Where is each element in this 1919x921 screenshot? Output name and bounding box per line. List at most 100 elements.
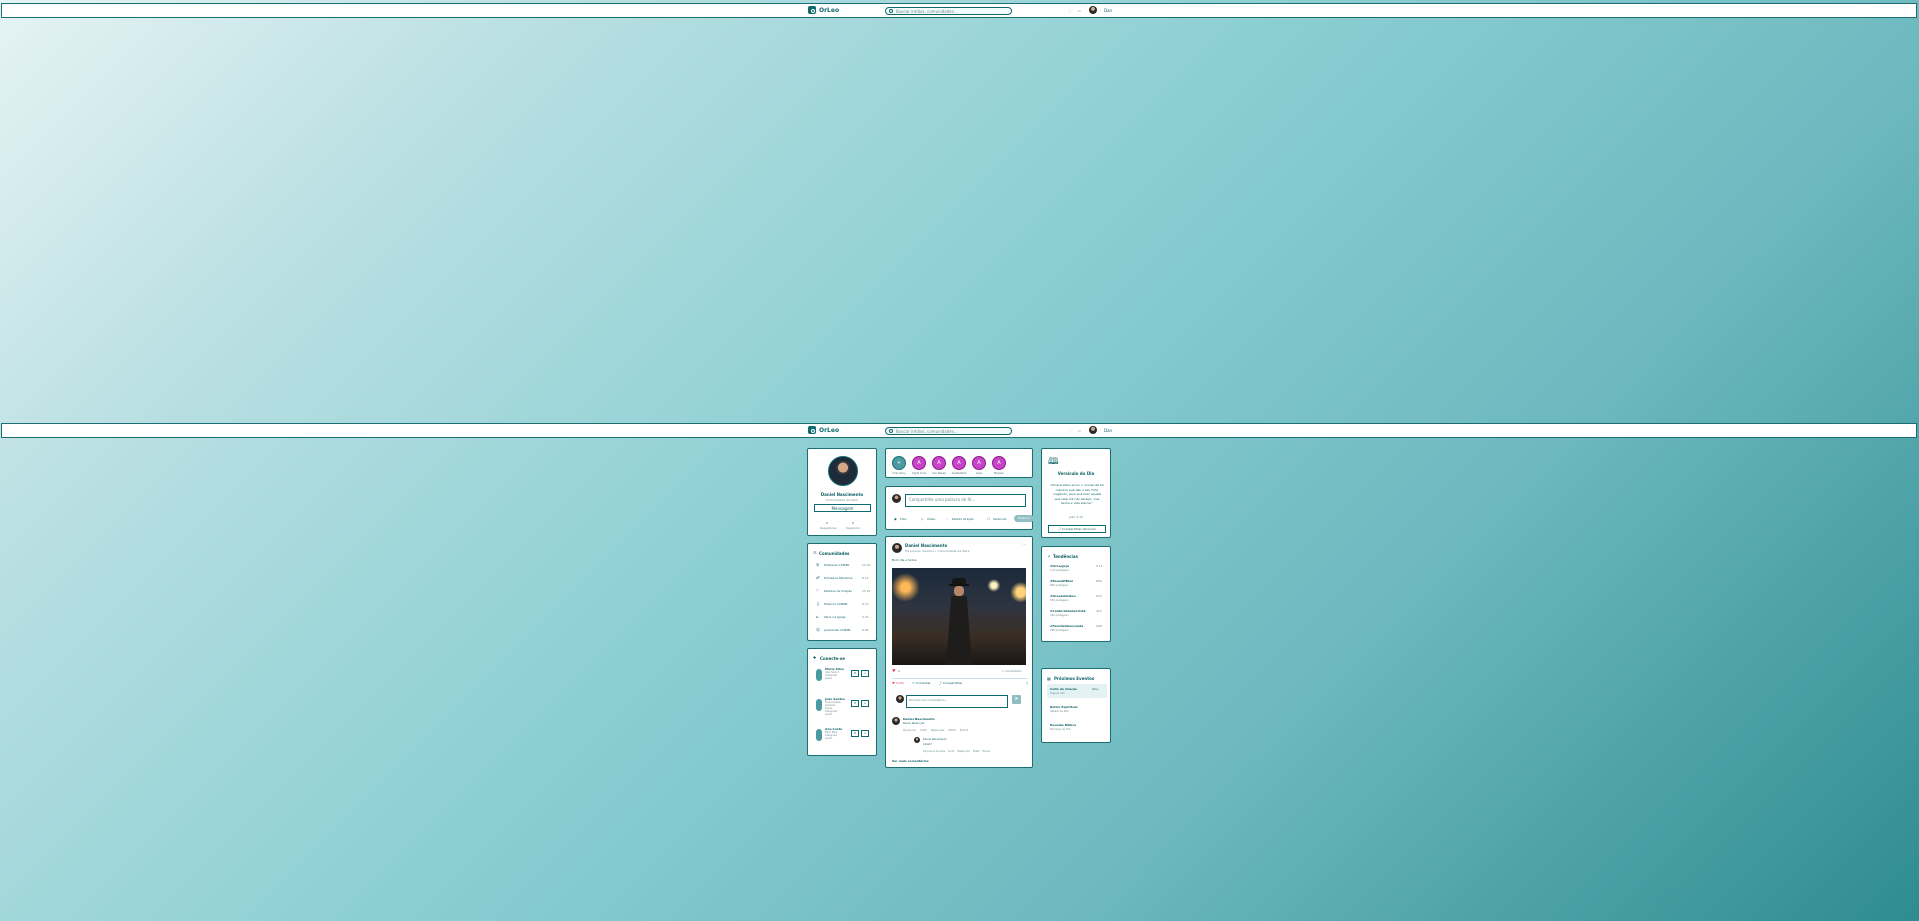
brand-name: OrLeo	[819, 426, 840, 434]
composer-action[interactable]: Foto	[900, 517, 906, 521]
post-author[interactable]: Daniel Nascimento	[905, 543, 947, 548]
profile-avatar[interactable]	[828, 456, 858, 486]
search-placeholder: Buscar irmãos, comunidades...	[896, 428, 958, 434]
message-button[interactable]: Mensagem	[814, 504, 871, 512]
reply-author[interactable]: Daniel Nascimento	[923, 738, 947, 741]
reply-action[interactable]: Excluir	[983, 750, 991, 753]
bell-icon[interactable]: ◌	[1068, 428, 1072, 433]
story-avatar[interactable]: A	[992, 456, 1006, 470]
followers-label[interactable]: Seguidores	[820, 526, 837, 530]
community-icon: ♂	[816, 575, 820, 580]
like-button[interactable]: ♥ Curtir	[892, 681, 904, 685]
community-item[interactable]: Mulheres CCB/BL	[824, 563, 850, 567]
share-verse-label: Compartilhar Versículo	[1061, 527, 1097, 531]
event-name[interactable]: Retiro Espiritual	[1050, 705, 1078, 709]
comment-button[interactable]: ▭ Comentar	[912, 681, 931, 685]
avatar[interactable]	[1089, 6, 1097, 14]
message-icon[interactable]: ✉	[851, 670, 859, 677]
book-icon: 🕮	[1048, 457, 1059, 467]
see-more-comments[interactable]: Ver mais comentários	[892, 759, 929, 763]
reply-action[interactable]: Responder	[958, 750, 970, 753]
community-item[interactable]: Primeiros Ministros	[824, 576, 852, 580]
search-input[interactable]: Buscar irmãos, comunidades...	[885, 427, 1012, 435]
add-friend-icon[interactable]: +	[861, 670, 869, 677]
trend-tag[interactable]: #BoaoAltBlon	[1050, 579, 1073, 583]
suggestion-avatar[interactable]	[816, 729, 822, 741]
story-avatar[interactable]: A	[952, 456, 966, 470]
add-story-button[interactable]: +	[892, 456, 906, 470]
trend-tag[interactable]: #FamíliaAbençoada	[1050, 624, 1083, 628]
reply-action[interactable]: Editar	[973, 750, 980, 753]
events-title: Próximos Eventos	[1054, 676, 1095, 681]
verse-text: "Porque Deus amou o mundo de tal maneira…	[1050, 483, 1104, 506]
community-count: 6.7k	[862, 602, 869, 606]
message-icon[interactable]: ✉	[851, 730, 859, 737]
brand[interactable]: OrLeo	[808, 6, 839, 14]
trend-sub: 298 postagens	[1050, 629, 1069, 632]
community-item[interactable]: Pedidos de Oração	[824, 589, 852, 593]
comment-action[interactable]: Editar	[949, 729, 956, 732]
post-text: Bom dia a todos	[892, 558, 917, 562]
user-name[interactable]: Dan	[1104, 8, 1112, 13]
story-avatar[interactable]: A	[912, 456, 926, 470]
suggestion-info: Líder Nível 3 Intergrupal Jovens	[825, 671, 839, 680]
reply-action[interactable]: Curtir	[948, 750, 955, 753]
following-label[interactable]: Seguindo	[846, 526, 860, 530]
search-input[interactable]: Buscar irmãos, comunidades...	[885, 7, 1012, 15]
logo-icon	[808, 6, 816, 14]
followers-count: 0	[826, 521, 828, 525]
avatar[interactable]	[1089, 426, 1097, 434]
comment-action[interactable]: Responder	[931, 729, 944, 732]
story-avatar[interactable]: A	[932, 456, 946, 470]
bell-icon[interactable]: ◌	[1068, 8, 1072, 13]
composer-action[interactable]: Versículo	[993, 517, 1007, 521]
community-icon: ♡	[816, 588, 820, 593]
composer-card: Compartilhe uma palavra de fé... ▣ Foto ▷ V…	[885, 486, 1034, 530]
comment-action[interactable]: Excluir	[960, 729, 968, 732]
post-image[interactable]	[892, 568, 1026, 665]
comments-count[interactable]: 1 comentário	[1002, 669, 1022, 673]
chat-icon[interactable]: ▫	[1078, 428, 1081, 433]
trend-sub: 412 postagens	[1050, 614, 1069, 617]
comment-author-avatar[interactable]	[892, 717, 900, 725]
more-options-icon[interactable]: ⋯	[1022, 542, 1026, 547]
share-verse-button[interactable]: ⤴ Compartilhar Versículo	[1048, 525, 1106, 533]
trend-tag[interactable]: #CantoriAdadeCristã	[1050, 609, 1086, 613]
community-item[interactable]: Obra na Igreja	[824, 615, 845, 619]
community-count: 9.8k	[862, 628, 869, 632]
composer-input[interactable]: Compartilhe uma palavra de fé...	[905, 494, 1026, 507]
comment-input[interactable]: Escreva um comentário...	[906, 695, 1008, 708]
composer-action[interactable]: Vídeo	[927, 517, 935, 521]
add-friend-icon[interactable]: +	[861, 700, 869, 707]
trend-count: 856	[1096, 579, 1102, 583]
brand-name: OrLeo	[819, 6, 840, 14]
trend-count: 298	[1096, 624, 1102, 628]
user-plus-icon: ✚	[813, 655, 817, 660]
community-item[interactable]: Músicos CCB/BL	[824, 602, 848, 606]
post-author-avatar[interactable]	[892, 543, 902, 553]
share-button[interactable]: ⤴ Compartilhar	[939, 681, 963, 685]
comment-action[interactable]: Curtir	[920, 729, 927, 732]
comment-label: Comentar	[915, 681, 931, 685]
publish-button[interactable]: Publicar	[1014, 515, 1034, 522]
send-button[interactable]: ➤	[1012, 695, 1021, 704]
trend-tag[interactable]: #OrLeoJeju	[1050, 564, 1069, 568]
story-avatar[interactable]: A	[972, 456, 986, 470]
stories-card: + Criar story A Ingrid Lima A Iran Naves A An…	[885, 448, 1033, 478]
reply-avatar[interactable]	[914, 737, 920, 743]
brand[interactable]: OrLeo	[808, 426, 839, 434]
trending-icon: ↗	[1047, 554, 1051, 559]
suggestion-avatar[interactable]	[816, 669, 822, 681]
community-item[interactable]: Juventude CCB/BL	[824, 628, 851, 632]
suggestion-info: Maior Nível Intergrupal Jovens	[825, 731, 838, 740]
composer-action[interactable]: Pedido Oração	[952, 517, 974, 521]
chat-icon[interactable]: ▫	[1078, 8, 1081, 13]
event-name[interactable]: Reunião Bíblica	[1050, 723, 1076, 727]
suggestion-avatar[interactable]	[816, 699, 822, 711]
trend-tag[interactable]: #OraçãoDeitou	[1050, 594, 1076, 598]
bookmark-icon[interactable]: ▯	[1026, 681, 1028, 685]
add-friend-icon[interactable]: +	[861, 730, 869, 737]
message-icon[interactable]: ✉	[851, 700, 859, 707]
event-name[interactable]: Culto de Oração	[1050, 687, 1077, 691]
user-name[interactable]: Dan	[1104, 428, 1112, 433]
